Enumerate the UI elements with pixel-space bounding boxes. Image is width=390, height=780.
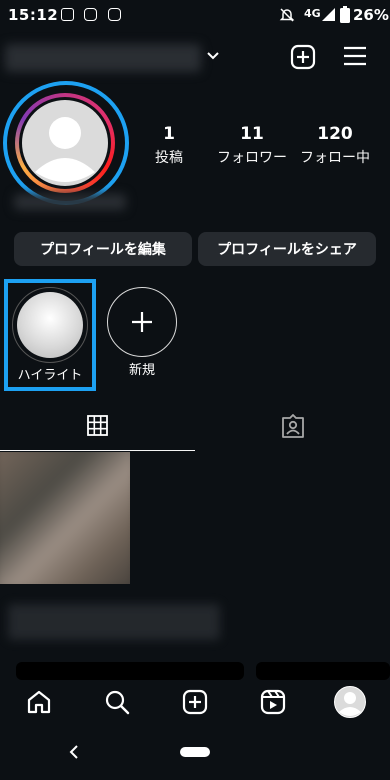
instagram-icon bbox=[84, 8, 97, 21]
network-type: 4G bbox=[304, 7, 321, 20]
grid-icon[interactable] bbox=[87, 415, 108, 436]
suggestion-card[interactable] bbox=[256, 662, 390, 680]
instagram-icon bbox=[108, 8, 121, 21]
following-count: 120 bbox=[317, 124, 353, 144]
menu-icon[interactable] bbox=[343, 44, 367, 68]
home-pill-icon[interactable] bbox=[180, 747, 210, 757]
posts-count: 1 bbox=[163, 124, 175, 144]
new-highlight-label: 新規 bbox=[128, 363, 155, 378]
notification-icon bbox=[61, 8, 74, 21]
create-icon[interactable] bbox=[182, 689, 208, 715]
mute-bell-icon bbox=[279, 8, 295, 22]
posts-stat[interactable]: 1 投稿 bbox=[139, 124, 199, 167]
share-profile-button[interactable]: プロフィールをシェア bbox=[198, 232, 376, 266]
plus-icon bbox=[132, 312, 152, 332]
battery-icon bbox=[340, 6, 350, 23]
following-stat[interactable]: 120 フォロー中 bbox=[294, 124, 376, 167]
username-blurred[interactable] bbox=[5, 44, 201, 72]
display-name-blurred bbox=[14, 194, 126, 210]
profile-avatar[interactable] bbox=[334, 686, 366, 718]
status-bar: 15:12 4G 26% bbox=[0, 0, 390, 30]
create-post-icon[interactable] bbox=[290, 44, 316, 70]
posts-label: 投稿 bbox=[155, 150, 183, 166]
tagged-icon[interactable] bbox=[281, 414, 305, 438]
active-tab-indicator bbox=[0, 450, 195, 451]
battery-percent: 26% bbox=[353, 6, 389, 24]
highlight-cover[interactable] bbox=[17, 292, 83, 358]
signal-icon bbox=[322, 8, 335, 21]
suggestions-blurred bbox=[8, 604, 220, 640]
home-icon[interactable] bbox=[26, 689, 52, 715]
search-icon[interactable] bbox=[104, 689, 130, 715]
reels-icon[interactable] bbox=[260, 689, 286, 715]
profile-avatar[interactable] bbox=[22, 100, 108, 186]
following-label: フォロー中 bbox=[300, 150, 370, 166]
suggestion-card[interactable] bbox=[16, 662, 244, 680]
followers-label: フォロワー bbox=[217, 150, 287, 166]
status-time: 15:12 bbox=[8, 6, 59, 24]
back-icon[interactable] bbox=[68, 744, 80, 760]
highlight-label: ハイライト bbox=[17, 368, 83, 383]
followers-stat[interactable]: 11 フォロワー bbox=[210, 124, 294, 167]
edit-profile-button[interactable]: プロフィールを編集 bbox=[14, 232, 192, 266]
chevron-down-icon[interactable] bbox=[206, 50, 220, 62]
grid-post[interactable] bbox=[0, 452, 130, 584]
followers-count: 11 bbox=[240, 124, 264, 144]
